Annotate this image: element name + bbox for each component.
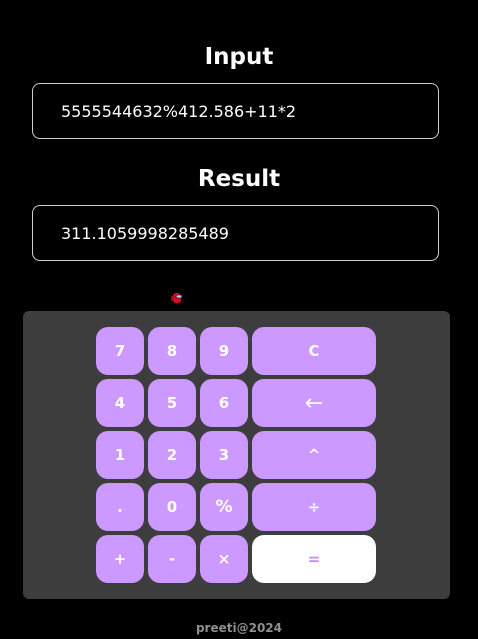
key-3[interactable]: 3 — [200, 431, 248, 479]
plus-button[interactable]: + — [96, 535, 144, 583]
key-0[interactable]: 0 — [148, 483, 196, 531]
key-6[interactable]: 6 — [200, 379, 248, 427]
input-field[interactable]: 5555544632%412.586+11*2 — [32, 83, 439, 139]
calculator-page: Input 5555544632%412.586+11*2 Result 311… — [0, 0, 478, 639]
power-button[interactable]: ^ — [252, 431, 376, 479]
divide-button[interactable]: ÷ — [252, 483, 376, 531]
equals-button[interactable]: = — [252, 535, 376, 583]
clear-button[interactable]: C — [252, 327, 376, 375]
key-2[interactable]: 2 — [148, 431, 196, 479]
crewmate-icon — [171, 293, 183, 303]
key-dot[interactable]: . — [96, 483, 144, 531]
footer-credit: preeti@2024 — [195, 621, 283, 635]
multiply-button[interactable]: × — [200, 535, 248, 583]
key-8[interactable]: 8 — [148, 327, 196, 375]
keypad: 7 8 9 C 4 5 6 ← 1 2 3 ^ . 0 % ÷ + - × = — [23, 311, 450, 599]
key-4[interactable]: 4 — [96, 379, 144, 427]
input-title: Input — [204, 44, 274, 70]
minus-button[interactable]: - — [148, 535, 196, 583]
percent-button[interactable]: % — [200, 483, 248, 531]
key-9[interactable]: 9 — [200, 327, 248, 375]
key-5[interactable]: 5 — [148, 379, 196, 427]
key-7[interactable]: 7 — [96, 327, 144, 375]
result-title: Result — [197, 166, 281, 192]
result-field: 311.1059998285489 — [32, 205, 439, 261]
backspace-button[interactable]: ← — [252, 379, 376, 427]
key-1[interactable]: 1 — [96, 431, 144, 479]
